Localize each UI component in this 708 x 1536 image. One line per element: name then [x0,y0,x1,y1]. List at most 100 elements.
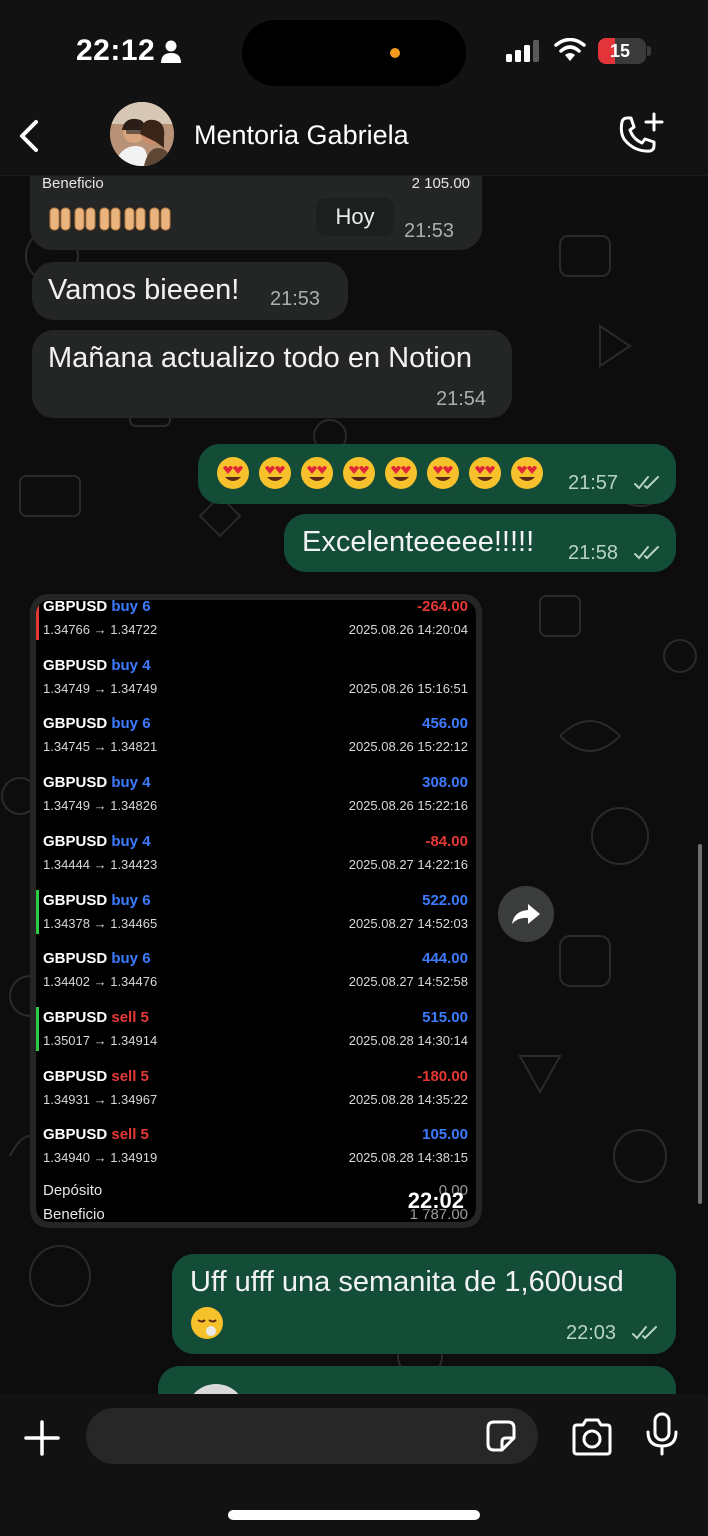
trade-side: buy 6 [111,715,151,733]
raising-hands-emoji [49,207,171,231]
incoming-message[interactable]: Mañana actualizo todo en Notion 21:54 [32,330,512,418]
trade-profit: 444.00 [422,950,468,968]
date-pill: Hoy [316,198,394,236]
person-icon [161,40,181,63]
trade-side: sell 5 [111,1126,149,1144]
read-ticks-icon [634,476,659,490]
phone-add-icon[interactable] [614,112,664,158]
trade-symbol-text: GBPUSD [43,1067,108,1085]
trade-symbol: GBPUSD buy 4 [43,657,151,674]
trade-row: GBPUSD sell 5 1.34931 → 1.34967 -180.00 202… [36,1062,476,1120]
cellular-signal-icon [506,40,539,62]
outgoing-message[interactable] [158,1366,676,1394]
trade-symbol: GBPUSD buy 6 [43,600,151,615]
heart-eyes-emoji [511,457,543,489]
trade-profit: 522.00 [422,891,468,909]
trade-timestamp: 2025.08.27 14:22:16 [348,856,468,872]
trade-row: GBPUSD buy 6 1.34402 → 1.34476 444.00 2025.… [36,944,476,1002]
deposit-label: Depósito [43,1182,103,1199]
trade-symbol: GBPUSD sell 5 [43,1126,149,1143]
trade-profit: -84.00 [425,832,468,850]
privacy-indicator-dot [390,48,400,58]
trade-profit: 456.00 [422,715,468,733]
trade-side: buy 6 [111,600,151,615]
trade-marker [36,889,39,934]
status-bar: 22:12 15 [0,0,708,100]
trade-side: buy 6 [111,950,151,968]
trade-row: GBPUSD buy 6 1.34745 → 1.34821 456.00 2025.… [36,709,476,767]
trade-symbol-text: GBPUSD [43,774,108,792]
trade-symbol: GBPUSD buy 6 [43,892,151,909]
trade-marker [36,1006,39,1051]
trade-side: sell 5 [111,1067,149,1085]
message-text: Vamos bieeen! [48,274,240,306]
emoji-row [216,456,544,490]
trade-prices: 1.34749 → 1.34749 [43,680,158,696]
incoming-message[interactable]: Vamos bieeen! 21:53 [32,262,348,320]
message-time: 21:53 [404,220,455,242]
camera-icon[interactable] [570,1418,614,1456]
trade-timestamp: 2025.08.26 15:22:12 [348,739,468,755]
outgoing-message[interactable]: Excelenteeeee!!!!! 21:58 [284,514,676,572]
dynamic-island [242,20,466,86]
message-time: 21:57 [568,472,619,494]
message-input[interactable] [86,1408,538,1464]
scrollbar[interactable] [698,844,702,1204]
trade-screenshot-message[interactable]: GBPUSD buy 6 1.34766 → 1.34722 -264.00 2025… [30,594,482,1228]
trade-row: GBPUSD sell 5 1.34940 → 1.34919 105.00 2025… [36,1120,476,1178]
trade-timestamp: 2025.08.28 14:35:22 [348,1091,468,1107]
trade-row: GBPUSD sell 5 1.35017 → 1.34914 515.00 2025… [36,1003,476,1061]
trade-prices: 1.34931 → 1.34967 [43,1091,158,1107]
trade-prices: 1.35017 → 1.34914 [43,1032,158,1048]
contact-name[interactable]: Mentoria Gabriela [194,120,409,151]
trade-side: buy 4 [111,832,151,850]
forward-arrow-icon [512,904,540,924]
sticker-thumbnail [186,1384,246,1394]
trade-row: GBPUSD buy 6 1.34378 → 1.34465 522.00 2025.… [36,886,476,944]
trade-prices: 1.34444 → 1.34423 [43,856,158,872]
trade-timestamp: 2025.08.26 14:20:04 [348,622,468,637]
message-time: 22:03 [566,1322,617,1344]
message-time: 22:02 [407,1188,464,1213]
heart-eyes-emoji [385,457,417,489]
trade-profit: 105.00 [422,1126,468,1144]
outgoing-message[interactable]: Uff ufff una semanita de 1,600usd 22:03 [172,1254,676,1354]
status-time: 22:12 [76,34,156,67]
trade-symbol-text: GBPUSD [43,715,108,733]
plus-icon[interactable] [22,1418,62,1458]
sticker-icon[interactable] [482,1418,518,1454]
avatar[interactable] [110,102,174,166]
heart-eyes-emoji [343,457,375,489]
image-message-bubble[interactable]: Beneficio 2 105.00 21:53 [30,176,482,250]
forward-button[interactable] [498,886,554,942]
trade-timestamp: 2025.08.28 14:38:15 [348,1150,468,1166]
trade-symbol: GBPUSD buy 6 [43,950,151,967]
heart-eyes-emoji [301,457,333,489]
chat-header: Mentoria Gabriela [0,100,708,176]
trade-timestamp: 2025.08.28 14:30:14 [348,1032,468,1048]
read-ticks-icon [632,1326,657,1340]
trade-symbol: GBPUSD buy 6 [43,715,151,732]
trade-timestamp: 2025.08.26 15:16:51 [348,680,468,696]
chevron-left-icon[interactable] [14,116,46,156]
chat-area[interactable]: Beneficio 2 105.00 21:53 Hoy Vamos bieee… [0,176,708,1394]
heart-eyes-emoji [427,457,459,489]
battery-percent: 15 [609,41,631,61]
message-time: 21:54 [436,388,487,410]
message-text: Uff ufff una semanita de 1,600usd [190,1266,624,1298]
trade-symbol-text: GBPUSD [43,656,108,674]
trade-row: GBPUSD buy 4 1.34444 → 1.34423 -84.00 2025.… [36,827,476,885]
trade-screenshot-image[interactable]: GBPUSD buy 6 1.34766 → 1.34722 -264.00 2025… [36,600,476,1222]
read-ticks-icon [634,546,659,560]
microphone-icon[interactable] [644,1412,680,1456]
home-indicator[interactable] [228,1510,480,1520]
battery-tip [647,46,651,56]
message-time: 21:58 [568,542,619,564]
trade-profit: 308.00 [422,774,468,792]
outgoing-message[interactable]: 21:57 [198,444,676,504]
trade-prices: 1.34402 → 1.34476 [43,974,158,990]
trade-timestamp: 2025.08.26 15:22:16 [348,798,468,814]
message-time: 21:53 [270,288,321,310]
profit-label: Beneficio [43,1206,105,1222]
trade-prices: 1.34378 → 1.34465 [43,915,158,931]
